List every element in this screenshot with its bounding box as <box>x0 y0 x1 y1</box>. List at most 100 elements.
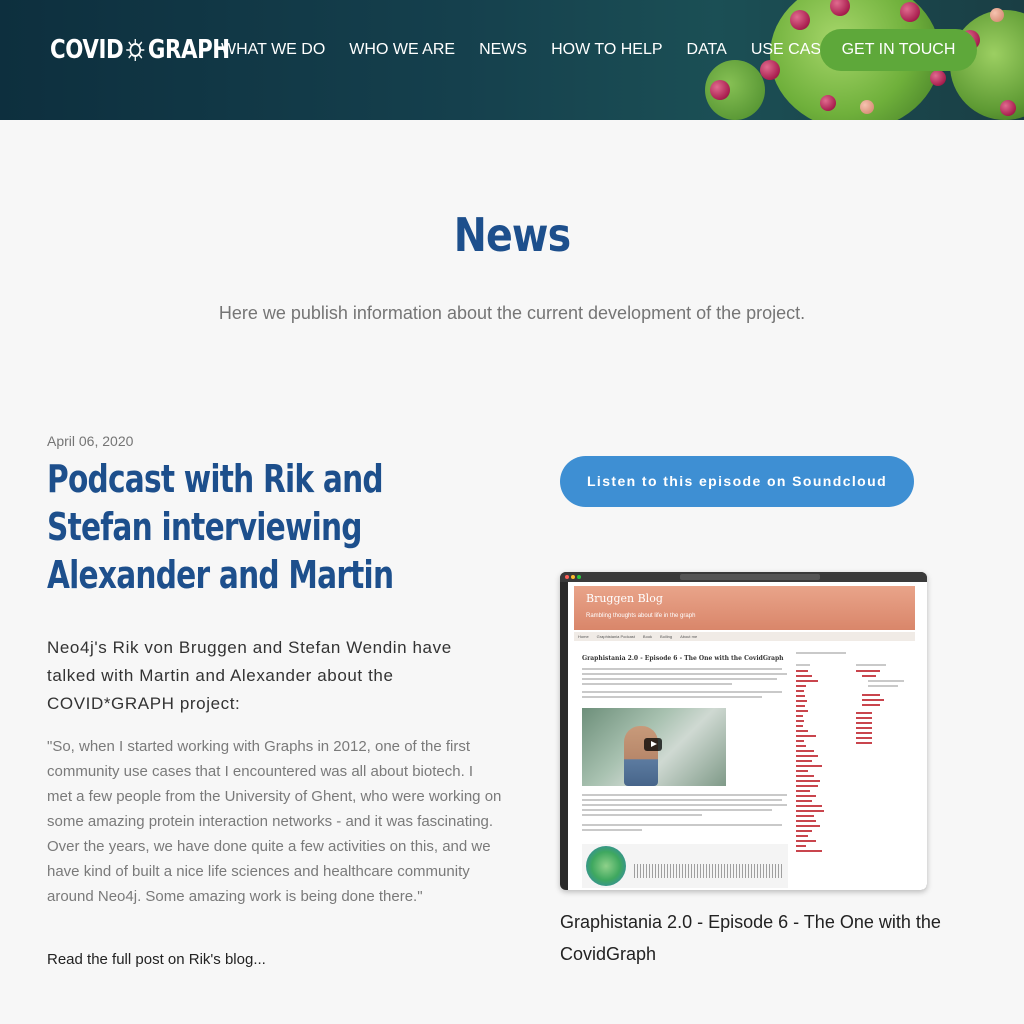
label-link <box>796 745 806 747</box>
text-line <box>796 652 846 654</box>
post-quote: "So, when I started working with Graphs … <box>47 738 502 905</box>
label-link <box>856 717 872 719</box>
text-line <box>856 664 886 666</box>
label-link <box>862 704 880 706</box>
virus-spike <box>990 8 1004 22</box>
label-link <box>856 722 872 724</box>
label-link <box>796 790 810 792</box>
label-link <box>796 780 820 782</box>
label-link <box>796 705 805 707</box>
text-line <box>582 804 787 806</box>
label-link <box>796 690 804 692</box>
waveform <box>634 864 784 878</box>
label-link <box>862 694 880 696</box>
post-lead: Neo4j's Rik von Bruggen and Stefan Wendi… <box>47 638 452 713</box>
post-title[interactable]: Podcast with Rik and Stefan interviewing… <box>47 455 453 599</box>
blog-tab: About me <box>680 634 698 639</box>
label-link <box>856 712 872 714</box>
virus-spike <box>930 70 946 86</box>
listen-soundcloud-button[interactable]: Listen to this episode on Soundcloud <box>560 456 914 507</box>
label-link <box>796 770 808 772</box>
video-thumbnail <box>582 708 726 786</box>
blog-sidebar <box>796 646 918 890</box>
label-link <box>796 725 803 727</box>
label-link <box>796 750 814 752</box>
label-link <box>796 850 822 852</box>
virus-spike <box>760 60 780 80</box>
read-full-post-link[interactable]: Read the full post on Rik's blog... <box>47 951 266 968</box>
virus-spike <box>820 95 836 111</box>
label-link <box>862 675 876 677</box>
label-link <box>796 805 822 807</box>
text-line <box>868 680 904 682</box>
browser-toolbar <box>560 572 927 582</box>
virus-spike <box>1000 100 1016 116</box>
label-link <box>796 680 818 682</box>
text-line <box>582 814 702 816</box>
site-header: COVID GRAPH WHAT WE DO WHO WE ARE NEWS H… <box>0 0 1024 120</box>
blog-tab: Boiling <box>660 634 673 639</box>
text-line <box>868 685 898 687</box>
label-link <box>796 695 805 697</box>
text-line <box>582 678 777 680</box>
label-link <box>796 685 806 687</box>
logo-text-covid: COVID <box>50 35 124 65</box>
play-icon <box>644 738 662 751</box>
screenshot-caption: Graphistania 2.0 - Episode 6 - The One w… <box>560 912 941 964</box>
label-link <box>796 845 806 847</box>
label-link <box>796 820 816 822</box>
virus-spike <box>900 2 920 22</box>
label-link <box>796 830 812 832</box>
label-link <box>856 737 872 739</box>
text-line <box>582 794 787 796</box>
label-link <box>796 840 816 842</box>
blog-screenshot[interactable]: Bruggen Blog Rambling thoughts about lif… <box>560 572 927 890</box>
label-link <box>796 700 807 702</box>
virus-spike <box>790 10 810 30</box>
label-link <box>796 835 808 837</box>
label-link <box>796 775 814 777</box>
virus-spike <box>710 80 730 100</box>
label-link <box>796 760 812 762</box>
label-link <box>796 670 808 672</box>
label-link <box>856 742 872 744</box>
blog-tab: Graphistania Podcast <box>596 634 635 639</box>
blog-tab: Book <box>642 634 653 639</box>
post-date: April 06, 2020 <box>47 433 134 449</box>
label-link <box>796 825 820 827</box>
label-link <box>796 715 803 717</box>
close-dot-icon <box>565 575 569 579</box>
blog-tab: Home <box>578 634 589 639</box>
browser-address-bar <box>680 574 820 580</box>
label-link <box>796 800 812 802</box>
nav-how-to-help[interactable]: HOW TO HELP <box>551 38 662 62</box>
label-link <box>796 815 814 817</box>
label-link <box>856 732 872 734</box>
blog-post-title: Graphistania 2.0 - Episode 6 - The One w… <box>582 655 784 662</box>
speaker-figure <box>624 726 658 786</box>
text-line <box>582 673 787 675</box>
label-link <box>796 735 816 737</box>
label-link <box>796 795 816 797</box>
text-line <box>582 696 762 698</box>
main-nav: WHAT WE DO WHO WE ARE NEWS HOW TO HELP D… <box>221 38 866 62</box>
nav-what-we-do[interactable]: WHAT WE DO <box>221 38 325 62</box>
podcast-cover <box>586 846 626 886</box>
label-link <box>796 810 824 812</box>
blog-title: Bruggen Blog <box>586 592 663 605</box>
text-line <box>582 829 642 831</box>
page-subtitle: Here we publish information about the cu… <box>218 303 806 323</box>
nav-data[interactable]: DATA <box>687 38 727 62</box>
blog-subtitle: Rambling thoughts about life in the grap… <box>586 613 696 619</box>
text-line <box>582 668 782 670</box>
nav-who-we-are[interactable]: WHO WE ARE <box>349 38 455 62</box>
label-link <box>796 730 808 732</box>
nav-news[interactable]: NEWS <box>479 38 527 62</box>
site-logo[interactable]: COVID GRAPH <box>50 34 230 66</box>
label-link <box>796 740 804 742</box>
text-line <box>796 664 810 666</box>
text-line <box>582 683 732 685</box>
label-link <box>796 710 808 712</box>
get-in-touch-button[interactable]: GET IN TOUCH <box>820 29 977 71</box>
page-title: News <box>453 208 571 262</box>
